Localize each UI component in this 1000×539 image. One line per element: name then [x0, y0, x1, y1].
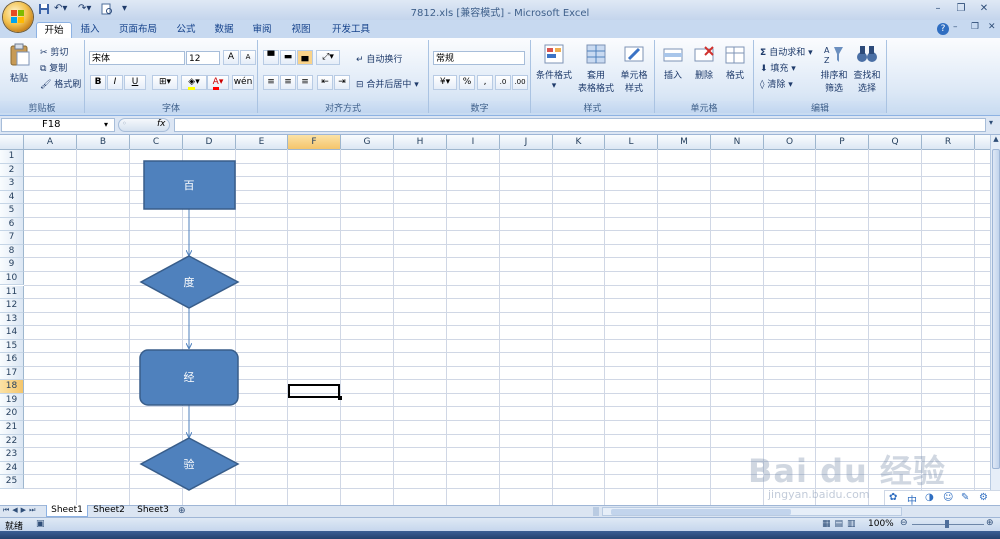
flow-box-2[interactable]: 经: [139, 349, 239, 406]
vertical-scroll-thumb[interactable]: [992, 149, 1000, 469]
flow-diamond-1[interactable]: 度: [139, 255, 240, 309]
scroll-up-icon[interactable]: ▲: [991, 135, 1000, 147]
flow-diamond-2-label: 验: [184, 457, 195, 471]
flow-diamond-1-label: 度: [184, 275, 195, 289]
watermark-brand: Bai du 经验: [748, 452, 946, 490]
fill-handle[interactable]: [338, 396, 342, 400]
sheet-tab-3[interactable]: Sheet3: [132, 505, 174, 516]
windows-taskbar: [0, 531, 1000, 539]
full-width-icon[interactable]: ◑: [925, 492, 934, 503]
active-cell-cursor[interactable]: [288, 384, 340, 398]
flow-box-1[interactable]: 百: [143, 160, 236, 210]
insert-sheet-icon[interactable]: ⊕: [178, 506, 186, 516]
office-button[interactable]: [3, 2, 33, 32]
zoom-level[interactable]: 100%: [868, 519, 894, 529]
pen-icon[interactable]: ✎: [961, 492, 969, 503]
sheet-tab-1[interactable]: Sheet1: [46, 505, 88, 517]
flow-box-2-label: 经: [184, 371, 195, 384]
watermark-url: jingyan.baidu.com: [768, 488, 870, 501]
settings-gear-icon[interactable]: ⚙: [979, 492, 988, 503]
zoom-in-icon[interactable]: ⊕: [986, 518, 994, 528]
zoom-slider-thumb[interactable]: [945, 520, 949, 528]
flow-diamond-2[interactable]: 验: [139, 437, 240, 491]
zoom-out-icon[interactable]: ⊖: [900, 518, 908, 528]
sheet-tab-2[interactable]: Sheet2: [88, 505, 130, 516]
office-logo-icon: [11, 10, 24, 23]
macro-record-icon[interactable]: ▣: [36, 519, 45, 529]
horizontal-scrollbar[interactable]: [602, 507, 902, 516]
paw-icon[interactable]: ✿: [889, 492, 897, 503]
sheet-nav-icons[interactable]: ⏮◀▶⏭: [3, 506, 38, 515]
emoji-icon[interactable]: ☺: [943, 492, 953, 503]
horizontal-scroll-thumb[interactable]: [611, 509, 791, 515]
tab-split-handle[interactable]: [593, 507, 599, 516]
flow-box-1-label: 百: [184, 179, 195, 192]
view-buttons[interactable]: ▦▤▥: [822, 519, 860, 529]
vertical-scrollbar[interactable]: ▲: [990, 135, 1000, 505]
